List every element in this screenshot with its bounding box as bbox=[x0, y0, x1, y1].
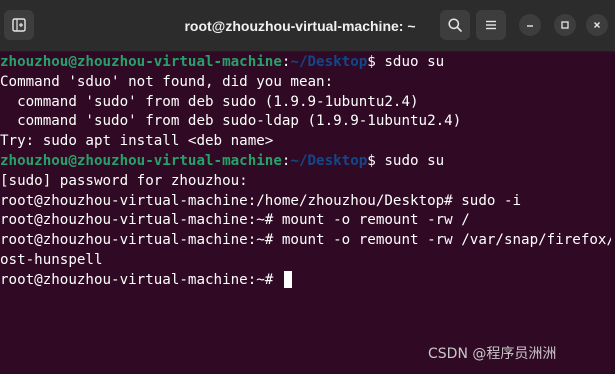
search-button[interactable] bbox=[440, 10, 470, 40]
title-bar: root@zhouzhou-virtual-machine: ~ bbox=[0, 0, 615, 52]
terminal-line: zhouzhou@zhouzhou-virtual-machine:~/Desk… bbox=[0, 152, 615, 172]
new-tab-button[interactable] bbox=[4, 10, 34, 40]
terminal-line: Command 'sduo' not found, did you mean: bbox=[0, 73, 334, 90]
terminal-line: command 'sudo' from deb sudo (1.9.9-1ubu… bbox=[0, 93, 419, 110]
terminal-line: root@zhouzhou-virtual-machine:/home/zhou… bbox=[0, 192, 522, 209]
prompt-user-host: zhouzhou@zhouzhou-virtual-machine bbox=[0, 152, 282, 169]
terminal-line: [sudo] password for zhouzhou: bbox=[0, 172, 248, 189]
terminal-line: ost-hunspell bbox=[0, 251, 103, 268]
maximize-button[interactable] bbox=[554, 14, 576, 36]
text-cursor bbox=[283, 271, 292, 289]
maximize-icon bbox=[561, 21, 569, 29]
terminal-window: root@zhouzhou-virtual-machine: ~ zhouzho… bbox=[0, 0, 615, 374]
prompt-user-host: zhouzhou@zhouzhou-virtual-machine bbox=[0, 54, 282, 70]
prompt-command: $ sduo su bbox=[367, 54, 445, 70]
terminal-line: root@zhouzhou-virtual-machine:~# mount -… bbox=[0, 212, 470, 229]
window-title: root@zhouzhou-virtual-machine: ~ bbox=[184, 18, 416, 34]
prompt-command: $ sudo su bbox=[367, 152, 445, 169]
hamburger-menu-icon bbox=[486, 20, 496, 30]
scrollbar-track[interactable] bbox=[611, 53, 615, 374]
terminal-line: command 'sudo' from deb sudo-ldap (1.9.9… bbox=[0, 113, 462, 130]
terminal-current-prompt[interactable]: root@zhouzhou-virtual-machine:~# bbox=[0, 271, 615, 291]
minimize-button[interactable] bbox=[519, 14, 541, 36]
terminal-line: zhouzhou@zhouzhou-virtual-machine:~/Desk… bbox=[0, 53, 615, 73]
new-tab-icon bbox=[12, 18, 26, 32]
menu-button[interactable] bbox=[476, 10, 506, 40]
search-icon bbox=[448, 18, 462, 32]
prompt-path: ~/Desktop bbox=[290, 152, 368, 169]
prompt-path: ~/Desktop bbox=[290, 54, 368, 70]
minimize-icon bbox=[527, 25, 533, 27]
terminal-output[interactable]: zhouzhou@zhouzhou-virtual-machine:~/Desk… bbox=[0, 53, 615, 374]
root-prompt: root@zhouzhou-virtual-machine:~# bbox=[0, 271, 282, 288]
close-icon bbox=[594, 22, 600, 28]
close-button[interactable] bbox=[586, 14, 608, 36]
terminal-line: root@zhouzhou-virtual-machine:~# mount -… bbox=[0, 232, 615, 249]
terminal-line: Try: sudo apt install <deb name> bbox=[0, 133, 274, 150]
watermark: CSDN @程序员洲洲 bbox=[428, 346, 557, 362]
